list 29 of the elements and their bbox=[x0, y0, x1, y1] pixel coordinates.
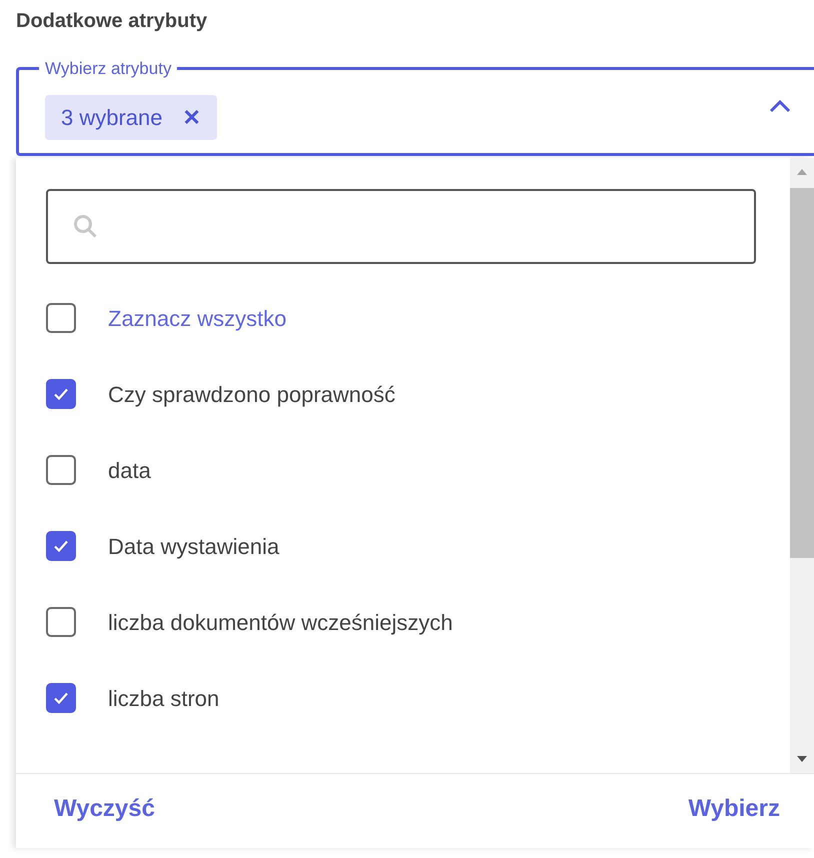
chevron-up-icon[interactable] bbox=[767, 98, 793, 114]
scroll-down-icon[interactable] bbox=[796, 755, 808, 763]
checkbox[interactable] bbox=[46, 683, 76, 713]
checkbox[interactable] bbox=[46, 379, 76, 409]
search-field[interactable] bbox=[46, 189, 756, 264]
section-heading: Dodatkowe atrybuty bbox=[16, 10, 208, 32]
select-all-option[interactable]: Zaznacz wszystko bbox=[46, 302, 756, 334]
checkbox[interactable] bbox=[46, 303, 76, 333]
scrollbar-thumb[interactable] bbox=[790, 188, 814, 558]
confirm-button[interactable]: Wybierz bbox=[688, 791, 780, 827]
attribute-option[interactable]: Data wystawienia bbox=[46, 530, 756, 562]
select-all-label: Zaznacz wszystko bbox=[108, 304, 286, 333]
checkbox[interactable] bbox=[46, 607, 76, 637]
checkbox[interactable] bbox=[46, 455, 76, 485]
checkbox[interactable] bbox=[46, 531, 76, 561]
attribute-option[interactable]: data bbox=[46, 454, 756, 486]
option-label: liczba stron bbox=[108, 684, 220, 712]
attribute-option[interactable]: Czy sprawdzono poprawność bbox=[46, 378, 756, 410]
chip-remove[interactable]: ✕ bbox=[182, 100, 201, 134]
option-label: Czy sprawdzono poprawność bbox=[108, 380, 396, 409]
option-label: liczba dokumentów wcześniejszych bbox=[108, 608, 453, 637]
attribute-option[interactable]: liczba dokumentów wcześniejszych bbox=[46, 606, 756, 638]
select-label: Wybierz atrybuty bbox=[44, 58, 172, 80]
scrollbar[interactable] bbox=[790, 158, 814, 773]
clear-button[interactable]: Wyczyść bbox=[54, 791, 155, 827]
option-label: data bbox=[108, 456, 151, 484]
attribute-option[interactable]: liczba stron bbox=[46, 682, 756, 714]
option-label: Data wystawienia bbox=[108, 532, 280, 561]
chip-text: 3 wybrane bbox=[61, 104, 163, 132]
